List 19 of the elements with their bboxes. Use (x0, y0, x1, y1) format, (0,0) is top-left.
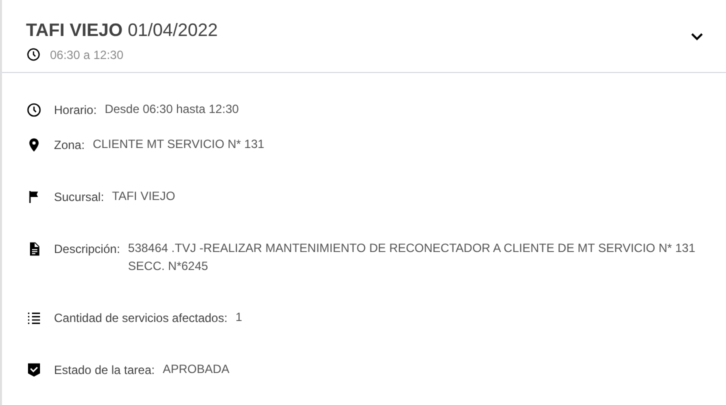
clock-icon (26, 47, 41, 62)
shield-check-icon (26, 362, 42, 378)
field-value: APROBADA (162, 361, 230, 378)
field-value: 1 (235, 309, 242, 326)
clock-icon (26, 102, 42, 118)
list-icon (26, 310, 42, 326)
field-label: Sucursal: (54, 189, 104, 206)
time-range: 06:30 a 12:30 (50, 48, 124, 62)
field-label: Cantidad de servicios afectados: (54, 310, 228, 327)
field-label: Estado de la tarea: (54, 362, 155, 379)
field-value: Desde 06:30 hasta 12:30 (104, 101, 239, 118)
field-value: CLIENTE MT SERVICIO N* 131 (92, 136, 264, 153)
location-title: TAFI VIEJO (26, 20, 123, 40)
date-label: 01/04/2022 (128, 20, 218, 40)
field-value: TAFI VIEJO (112, 188, 176, 205)
field-label: Zona: (54, 137, 85, 154)
field-value: 538464 .TVJ -REALIZAR MANTENIMIENTO DE RECONECTADOR A CLIENTE DE MT SERVICIO N* 131 SECC. N*6245 (128, 240, 696, 275)
field-label: Descripción: (54, 241, 120, 258)
field-label: Horario: (54, 102, 97, 119)
